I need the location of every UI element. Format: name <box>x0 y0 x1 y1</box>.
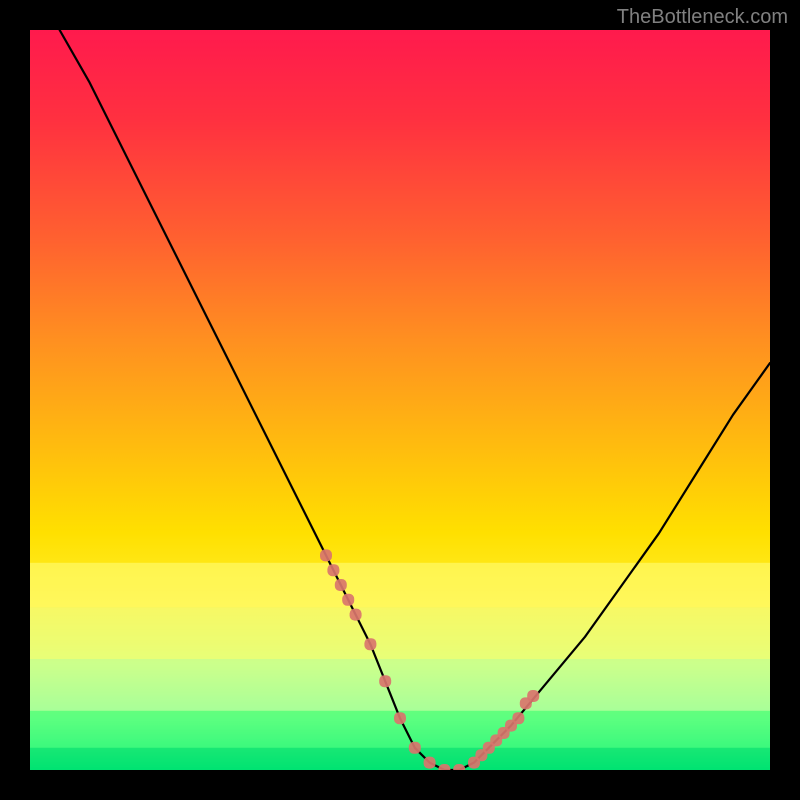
chart-svg <box>30 30 770 770</box>
watermark-text: TheBottleneck.com <box>617 6 788 29</box>
chart-container: TheBottleneck.com <box>0 0 800 800</box>
plot-area <box>30 30 770 770</box>
